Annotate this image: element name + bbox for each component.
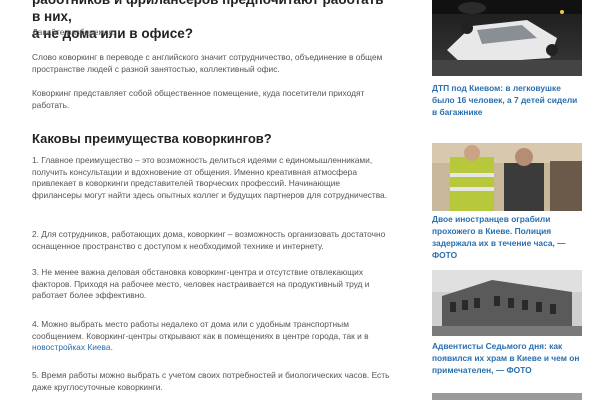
advantage-item-2: 2. Для сотрудников, работающих дома, ков…: [32, 229, 386, 251]
news-thumbnail[interactable]: [432, 270, 582, 336]
section-title: Каковы преимущества коворкингов?: [32, 131, 272, 146]
advantage-item-1: 1. Главное преимущество – это возможност…: [32, 155, 388, 201]
advantage-item-5: 5. Время работы можно выбрать с учетом с…: [32, 370, 390, 392]
news-title[interactable]: Адвентисты Седьмого дня: как появился их…: [432, 340, 582, 376]
advantage-item-3: 3. Не менее важна деловая обстановка ков…: [32, 267, 370, 301]
article: работников и фрилансеров предпочитают ра…: [32, 0, 392, 392]
news-thumbnail[interactable]: [432, 0, 582, 76]
intro-paragraph: Давайте разберемся.: [32, 27, 116, 37]
advantage-item-4-text: 4. Можно выбрать место работы недалеко о…: [32, 319, 369, 341]
description-paragraph: Коворкинг представляет собой общественно…: [32, 88, 365, 110]
church-photo: [432, 270, 582, 336]
headline-line-1: работников и фрилансеров предпочитают ра…: [32, 0, 384, 24]
news-thumbnail[interactable]: [432, 143, 582, 211]
advantage-item-4: 4. Можно выбрать место работы недалеко о…: [32, 319, 392, 354]
novostroyki-link[interactable]: новостройках Киева: [32, 342, 111, 352]
advantage-item-4-end: .: [110, 342, 113, 353]
news-title[interactable]: ДТП под Киевом: в легковушке было 16 чел…: [432, 82, 582, 118]
news-thumbnail[interactable]: [432, 393, 582, 400]
definition-paragraph: Слово коворкинг в переводе с английского…: [32, 52, 383, 74]
car-crash-photo: [432, 0, 582, 76]
news-title[interactable]: Двое иностранцев ограбили прохожего в Ки…: [432, 213, 582, 261]
police-photo: [432, 143, 582, 211]
